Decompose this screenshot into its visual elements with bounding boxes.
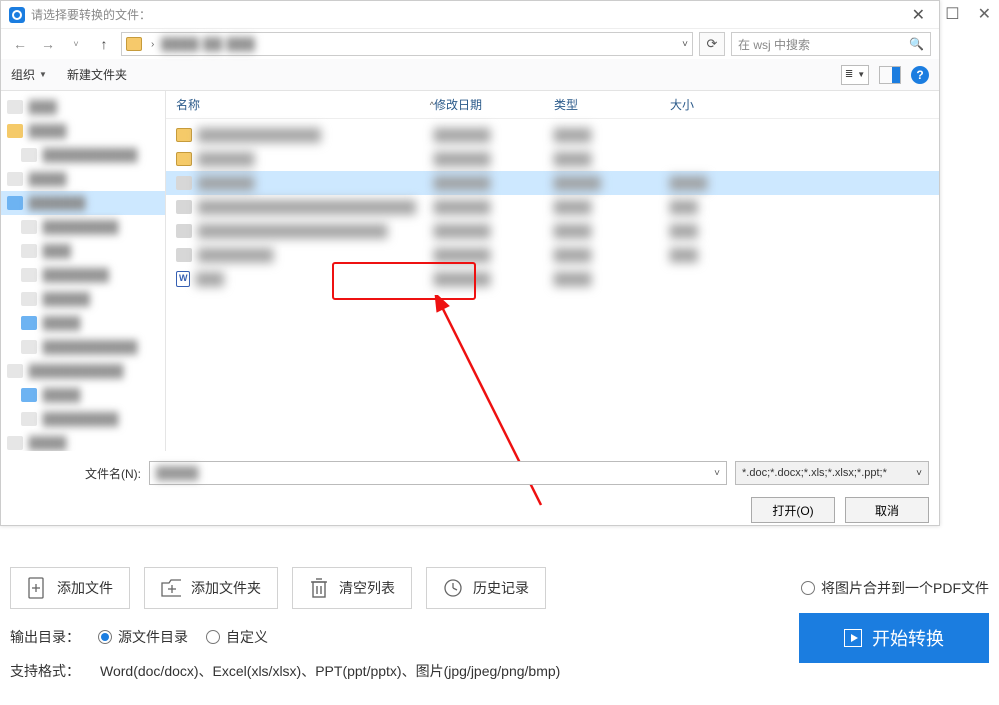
nav-back-button[interactable]: ← bbox=[9, 33, 31, 55]
view-mode-button[interactable]: ≣▼ bbox=[841, 65, 869, 85]
preview-pane-button[interactable] bbox=[879, 66, 901, 84]
add-file-button[interactable]: 添加文件 bbox=[10, 567, 130, 609]
refresh-button[interactable]: ⟳ bbox=[699, 32, 725, 56]
filename-dropdown-icon[interactable]: ˅ bbox=[714, 468, 720, 479]
merge-to-pdf-radio[interactable]: 将图片合并到一个PDF文件 bbox=[801, 578, 989, 598]
list-item[interactable]: █████████████████████████████████ bbox=[166, 219, 939, 243]
search-placeholder: 在 wsj 中搜索 bbox=[738, 36, 909, 53]
output-custom-radio[interactable]: 自定义 bbox=[206, 627, 268, 647]
column-size[interactable]: 大小 bbox=[670, 96, 750, 113]
list-item-selected[interactable]: █████████████████████ bbox=[166, 171, 939, 195]
column-headers: 名称^ 修改日期 类型 大小 bbox=[166, 91, 939, 119]
dialog-path-row: ← → ˅ ↑ › ████ ██ ███ ˅ ⟳ 在 wsj 中搜索 🔍 bbox=[1, 29, 939, 59]
dialog-title: 请选择要转换的文件： bbox=[31, 6, 906, 23]
cancel-button[interactable]: 取消 bbox=[845, 497, 929, 523]
toolbar-organize[interactable]: 组织▼ bbox=[11, 66, 47, 83]
outer-maximize-button[interactable]: ☐ bbox=[945, 4, 959, 24]
column-date[interactable]: 修改日期 bbox=[434, 96, 554, 113]
output-dir-label: 输出目录： bbox=[10, 627, 80, 647]
column-name[interactable]: 名称^ bbox=[176, 96, 434, 113]
open-button[interactable]: 打开(O) bbox=[751, 497, 835, 523]
filename-input[interactable]: █████˅ bbox=[149, 461, 727, 485]
play-icon bbox=[844, 629, 862, 647]
output-source-dir-radio[interactable]: 源文件目录 bbox=[98, 627, 188, 647]
add-folder-button[interactable]: 添加文件夹 bbox=[144, 567, 278, 609]
dialog-close-button[interactable]: ✕ bbox=[906, 5, 931, 25]
list-item-highlighted[interactable]: █████████████ bbox=[166, 267, 939, 291]
start-convert-button[interactable]: 开始转换 bbox=[799, 613, 989, 663]
list-item[interactable]: ████████████████████████████████████ bbox=[166, 195, 939, 219]
search-input[interactable]: 在 wsj 中搜索 🔍 bbox=[731, 32, 931, 56]
list-item[interactable]: █████████████████████ bbox=[166, 243, 939, 267]
app-bottom-panel: 添加文件 添加文件夹 清空列表 历史记录 将图片合并到一个PDF文件 输出目录：… bbox=[0, 555, 999, 691]
history-icon bbox=[443, 577, 463, 599]
app-logo-icon bbox=[9, 7, 25, 23]
file-open-dialog: 请选择要转换的文件： ✕ ← → ˅ ↑ › ████ ██ ███ ˅ ⟳ 在… bbox=[0, 0, 940, 526]
dialog-footer: 文件名(N): █████˅ *.doc;*.docx;*.xls;*.xlsx… bbox=[1, 451, 939, 533]
dialog-titlebar: 请选择要转换的文件： ✕ bbox=[1, 1, 939, 29]
add-folder-icon bbox=[161, 577, 181, 599]
list-item[interactable]: ███████████████████████ bbox=[166, 123, 939, 147]
nav-history-dropdown[interactable]: ˅ bbox=[65, 33, 87, 55]
chevron-right-icon: › bbox=[148, 39, 157, 50]
path-breadcrumb[interactable]: › ████ ██ ███ ˅ bbox=[121, 32, 693, 56]
toolbar-new-folder[interactable]: 新建文件夹 bbox=[67, 66, 127, 83]
history-button[interactable]: 历史记录 bbox=[426, 567, 546, 609]
file-type-filter[interactable]: *.doc;*.docx;*.xls;*.xlsx;*.ppt;*˅ bbox=[735, 461, 929, 485]
search-icon: 🔍 bbox=[909, 37, 924, 51]
clear-list-button[interactable]: 清空列表 bbox=[292, 567, 412, 609]
list-item[interactable]: ████████████████ bbox=[166, 147, 939, 171]
trash-icon bbox=[309, 577, 329, 599]
file-list[interactable]: ███████████████████████ ████████████████… bbox=[166, 119, 939, 451]
sidebar-tree[interactable]: ███ ████ ██████████ ████ ██████ ████████… bbox=[1, 91, 166, 451]
word-doc-icon bbox=[176, 271, 190, 287]
file-list-area: 名称^ 修改日期 类型 大小 ███████████████████████ █… bbox=[166, 91, 939, 451]
filename-label: 文件名(N): bbox=[11, 465, 141, 482]
nav-up-button[interactable]: ↑ bbox=[93, 33, 115, 55]
help-button[interactable]: ? bbox=[911, 66, 929, 84]
path-segment: ████ ██ ███ bbox=[161, 37, 255, 51]
column-type[interactable]: 类型 bbox=[554, 96, 670, 113]
folder-icon bbox=[126, 37, 142, 51]
supported-formats-value: Word(doc/docx)、Excel(xls/xlsx)、PPT(ppt/p… bbox=[100, 661, 560, 681]
outer-close-button[interactable]: ✕ bbox=[978, 4, 991, 24]
nav-forward-button[interactable]: → bbox=[37, 33, 59, 55]
path-dropdown-icon[interactable]: ˅ bbox=[682, 39, 688, 50]
supported-formats-label: 支持格式： bbox=[10, 661, 80, 681]
dialog-toolbar: 组织▼ 新建文件夹 ≣▼ ? bbox=[1, 59, 939, 91]
add-file-icon bbox=[27, 577, 47, 599]
